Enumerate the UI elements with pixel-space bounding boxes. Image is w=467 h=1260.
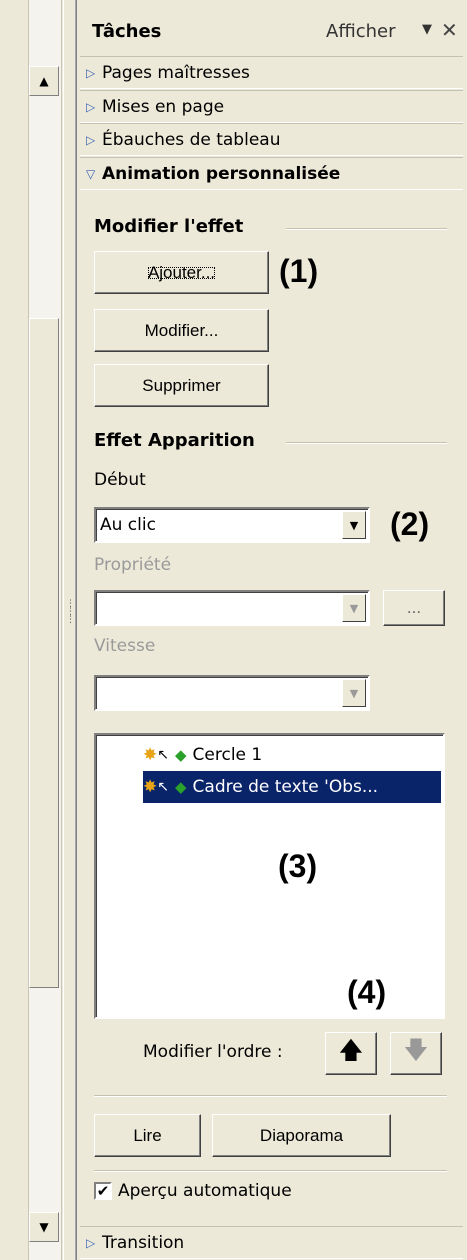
close-icon[interactable]: ✕ bbox=[441, 18, 458, 42]
arrow-down-icon: 🡇 bbox=[403, 1037, 429, 1064]
section-label: Transition bbox=[102, 1232, 185, 1253]
add-effect-label: Ajouter... bbox=[142, 261, 221, 285]
group-divider bbox=[286, 442, 447, 444]
slideshow-button[interactable]: Diaporama bbox=[212, 1114, 391, 1157]
move-up-button[interactable]: 🡅 bbox=[325, 1032, 377, 1075]
modify-effect-button[interactable]: Modifier... bbox=[94, 309, 269, 352]
order-label: Modifier l'ordre : bbox=[143, 1042, 283, 1062]
triangle-right-icon: ▷ bbox=[86, 65, 96, 80]
effect-burst-icon: ✸ bbox=[143, 777, 158, 797]
triangle-right-icon: ▷ bbox=[86, 132, 96, 147]
chevron-down-icon[interactable]: ▼ bbox=[342, 679, 366, 707]
section-custom-animation[interactable]: ▽ Animation personnalisée bbox=[80, 157, 463, 190]
triangle-down-icon: ▽ bbox=[86, 166, 96, 181]
delete-effect-button[interactable]: Supprimer bbox=[94, 364, 269, 407]
arrow-up-icon: ▲ bbox=[39, 74, 49, 88]
list-item-selected[interactable]: ✸ ↖ ◆ Cadre de texte 'Obs... bbox=[143, 771, 441, 803]
play-label: Lire bbox=[133, 1125, 162, 1145]
dropdown-arrow-icon[interactable]: ▼ bbox=[422, 22, 432, 37]
effect-heading: Effet Apparition bbox=[94, 430, 255, 451]
modify-effect-heading: Modifier l'effet bbox=[94, 216, 244, 237]
modify-effect-label: Modifier... bbox=[144, 320, 219, 340]
triangle-right-icon: ▷ bbox=[86, 1235, 96, 1250]
property-label: Propriété bbox=[94, 555, 172, 575]
move-down-button[interactable]: 🡇 bbox=[390, 1032, 442, 1075]
property-options-button[interactable]: ... bbox=[383, 590, 445, 626]
speed-combobox[interactable]: ▼ bbox=[94, 675, 370, 711]
check-icon: ✔ bbox=[96, 1181, 110, 1200]
annotation-1: (1) bbox=[279, 253, 319, 289]
autopreview-checkbox-row[interactable]: ✔ Aperçu automatique bbox=[94, 1181, 292, 1201]
divider bbox=[94, 1095, 447, 1097]
section-table-designs[interactable]: ▷ Ébauches de tableau bbox=[80, 123, 463, 156]
chevron-down-icon[interactable]: ▼ bbox=[342, 511, 366, 539]
shape-icon: ◆ bbox=[174, 778, 187, 796]
autopreview-label: Aperçu automatique bbox=[118, 1181, 292, 1201]
splitter-grip-icon: ⋮⋮⋮ bbox=[66, 600, 75, 680]
start-value: Au clic bbox=[100, 515, 156, 535]
annotation-3: (3) bbox=[278, 848, 318, 884]
list-item-label: Cadre de texte 'Obs... bbox=[192, 777, 379, 797]
scroll-up-button[interactable]: ▲ bbox=[29, 66, 59, 96]
chevron-down-icon[interactable]: ▼ bbox=[342, 594, 366, 622]
arrow-up-icon: 🡅 bbox=[338, 1037, 364, 1064]
section-master-pages[interactable]: ▷ Pages maîtresses bbox=[80, 56, 463, 89]
shape-icon: ◆ bbox=[174, 746, 187, 764]
annotation-4: (4) bbox=[347, 974, 387, 1010]
list-item-label: Cercle 1 bbox=[192, 745, 263, 765]
section-layouts[interactable]: ▷ Mises en page bbox=[80, 90, 463, 123]
group-divider bbox=[286, 228, 447, 230]
pointer-icon: ↖ bbox=[157, 747, 169, 763]
divider bbox=[94, 1170, 447, 1172]
slideshow-label: Diaporama bbox=[259, 1125, 344, 1145]
property-combobox[interactable]: ▼ bbox=[94, 590, 370, 626]
effect-burst-icon: ✸ bbox=[143, 745, 158, 765]
show-menu-button[interactable]: Afficher bbox=[326, 21, 396, 42]
autopreview-checkbox[interactable]: ✔ bbox=[94, 1182, 112, 1200]
scroll-down-button[interactable]: ▼ bbox=[29, 1212, 59, 1242]
section-label: Pages maîtresses bbox=[102, 62, 250, 83]
ellipsis-label: ... bbox=[406, 598, 422, 617]
section-label: Mises en page bbox=[102, 96, 225, 117]
delete-effect-label: Supprimer bbox=[142, 375, 221, 395]
annotation-2: (2) bbox=[390, 506, 430, 542]
start-label: Début bbox=[94, 470, 146, 490]
arrow-down-icon: ▼ bbox=[39, 1220, 49, 1234]
triangle-right-icon: ▷ bbox=[86, 99, 96, 114]
speed-label: Vitesse bbox=[94, 636, 156, 656]
pointer-icon: ↖ bbox=[157, 779, 169, 795]
taskpane-title: Tâches bbox=[92, 21, 162, 42]
section-label: Ébauches de tableau bbox=[102, 129, 281, 150]
section-transition[interactable]: ▷ Transition bbox=[80, 1226, 463, 1259]
scrollbar-thumb[interactable] bbox=[29, 318, 59, 988]
play-button[interactable]: Lire bbox=[94, 1114, 201, 1157]
section-label: Animation personnalisée bbox=[102, 163, 341, 184]
start-combobox[interactable]: Au clic ▼ bbox=[94, 507, 370, 543]
list-item[interactable]: ✸ ↖ ◆ Cercle 1 bbox=[143, 739, 323, 771]
add-effect-button[interactable]: Ajouter... bbox=[94, 251, 269, 294]
